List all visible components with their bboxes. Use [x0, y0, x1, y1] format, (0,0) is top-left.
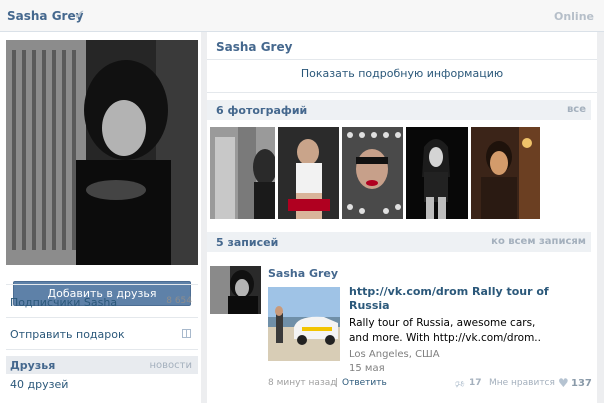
attachment-date: 15 мая: [349, 363, 385, 374]
show-more-info-link[interactable]: Показать подробную информацию: [207, 67, 597, 80]
top-bar: Sasha Grey ✔ Online: [0, 0, 604, 32]
posts-all-link[interactable]: ко всем записям: [491, 236, 586, 247]
photo-thumbnail[interactable]: [471, 127, 540, 219]
subscribers-count: 8 654: [166, 296, 192, 306]
photos-all-link[interactable]: все: [567, 104, 586, 115]
photo-thumbnail[interactable]: [278, 127, 339, 219]
attachment-location[interactable]: Los Angeles, США: [349, 349, 440, 360]
posts-header: 5 записей ко всем записям: [207, 232, 591, 252]
photo-thumbnail[interactable]: [342, 127, 403, 219]
attachment-image[interactable]: [268, 287, 340, 361]
megaphone-icon[interactable]: 🕫: [455, 377, 465, 394]
friends-news-link[interactable]: новости: [150, 360, 193, 371]
post-author[interactable]: Sasha Grey: [268, 267, 338, 280]
main-column: Sasha Grey Показать подробную информацию…: [207, 32, 597, 403]
divider: [6, 349, 198, 350]
photo-thumbnail[interactable]: [210, 127, 275, 219]
divider: [6, 317, 198, 318]
share-count[interactable]: 17: [469, 378, 482, 388]
like-count[interactable]: 137: [571, 378, 592, 389]
photo-thumbnail[interactable]: [406, 127, 468, 219]
subscribers-row[interactable]: Подписчики Sasha 8 654: [10, 296, 192, 309]
divider: [6, 284, 198, 285]
posts-title[interactable]: 5 записей: [216, 236, 278, 249]
photos-title[interactable]: 6 фотографий: [216, 104, 307, 117]
post-author-avatar[interactable]: [210, 266, 261, 314]
friends-title[interactable]: Друзья: [10, 359, 55, 372]
post-timestamp[interactable]: 8 минут назад: [268, 378, 336, 388]
divider: [207, 92, 597, 93]
separator: |: [335, 378, 339, 388]
reply-link[interactable]: Ответить: [342, 378, 387, 388]
divider: [207, 59, 597, 60]
gift-icon[interactable]: [182, 329, 191, 338]
attachment-description: Rally tour of Russia, awesome cars, and …: [349, 317, 541, 344]
profile-photo[interactable]: [6, 40, 198, 265]
friends-count[interactable]: 40 друзей: [10, 378, 68, 391]
check-icon: ✔: [74, 8, 85, 23]
page-title[interactable]: Sasha Grey: [7, 9, 83, 23]
send-gift-row[interactable]: Отправить подарок: [10, 328, 192, 341]
friends-header: Друзья новости: [6, 356, 198, 374]
subscribers-label[interactable]: Подписчики Sasha: [10, 296, 117, 309]
send-gift-label[interactable]: Отправить подарок: [10, 328, 125, 341]
left-column: Добавить в друзья Подписчики Sasha 8 654…: [0, 32, 201, 403]
online-status: Online: [553, 10, 594, 23]
photos-header: 6 фотографий все: [207, 100, 591, 120]
profile-name: Sasha Grey: [216, 40, 293, 54]
heart-icon[interactable]: ♥: [558, 376, 569, 390]
photo-strip: [210, 127, 594, 219]
attachment-title-link[interactable]: http://vk.com/drom Rally tour of Russia: [349, 285, 559, 313]
like-label[interactable]: Мне нравится: [489, 378, 555, 388]
